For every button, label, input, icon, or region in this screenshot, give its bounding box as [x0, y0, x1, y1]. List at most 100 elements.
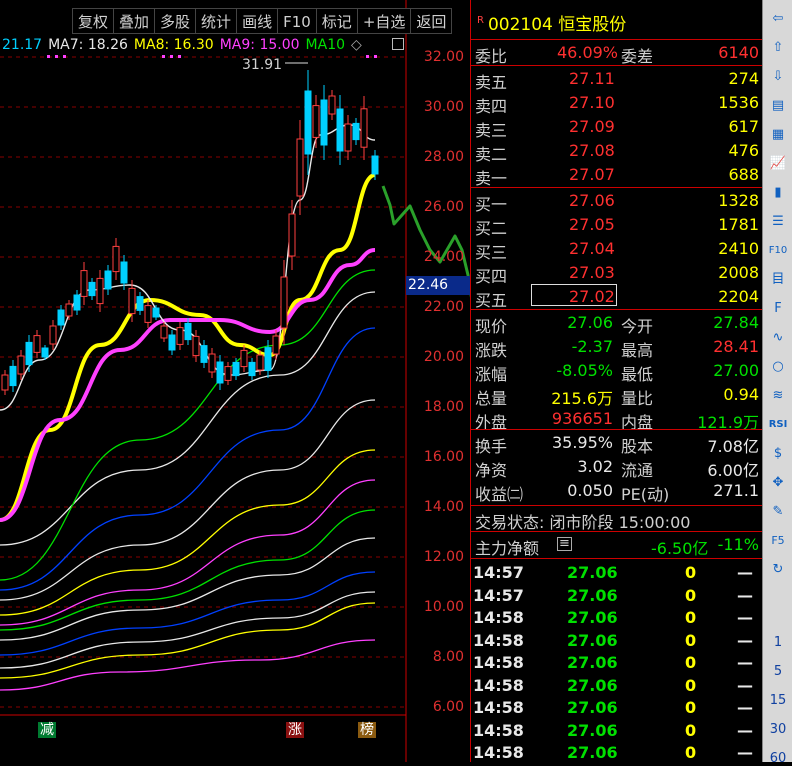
candle-icon[interactable]: ▮ [767, 182, 789, 204]
candle-body [216, 361, 224, 384]
line-chart-icon[interactable]: 📈 [767, 153, 789, 175]
quote-label: 涨跌 [475, 341, 508, 360]
tick-price: 27.06 [567, 563, 618, 582]
candle-body [288, 213, 296, 257]
period-button[interactable]: 60 [763, 751, 792, 766]
arrow-up-icon[interactable]: ⇧ [767, 37, 789, 59]
stat-value: 271.1 [713, 481, 759, 500]
wave-icon[interactable]: ≋ [767, 385, 789, 407]
selected-bid-box[interactable] [531, 284, 617, 306]
arrow-left-icon[interactable]: ⇦ [767, 8, 789, 30]
circle-icon[interactable]: ○ [767, 356, 789, 378]
refresh-icon[interactable]: ↻ [767, 559, 789, 581]
quote-value: -2.37 [571, 337, 613, 356]
toolbar-button-2[interactable]: 多股 [154, 8, 197, 34]
price-tick: 18.00 [423, 399, 464, 415]
asks-label: 卖二 [475, 145, 508, 164]
asks-row[interactable]: 卖三 27.09 617 [471, 115, 763, 140]
bids-row[interactable]: 买三 27.04 2410 [471, 237, 763, 262]
stat-value: 0.050 [567, 481, 613, 500]
divider [471, 187, 763, 188]
ma-legend-item: MA8: 16.30 [133, 37, 214, 53]
period-button[interactable]: 1 [763, 635, 792, 650]
tag-rise[interactable]: 涨 [286, 722, 304, 738]
weicha-label: 委差 [621, 47, 654, 66]
bids-row[interactable]: 买一 27.06 1328 [471, 189, 763, 214]
toolbar-button-0[interactable]: 复权 [72, 8, 115, 34]
s-icon[interactable]: $ [767, 443, 789, 465]
bids-row[interactable]: 买五 27.02 2204 [471, 285, 763, 310]
tick-direction: — [737, 743, 753, 762]
rsi-icon[interactable]: RSI [767, 414, 789, 436]
asks-row[interactable]: 卖二 27.08 476 [471, 139, 763, 164]
asks-row[interactable]: 卖一 27.07 688 [471, 163, 763, 188]
tag-reduce[interactable]: 减 [38, 722, 56, 738]
tag-rank[interactable]: 榜 [358, 722, 376, 738]
table-icon[interactable]: ▤ [767, 95, 789, 117]
asks-label: 卖五 [475, 73, 508, 92]
f10-icon[interactable]: F10 [767, 240, 789, 262]
asks-row[interactable]: 卖四 27.10 1536 [471, 91, 763, 116]
ma-line [0, 327, 376, 591]
candle-body [320, 99, 328, 146]
stat-value: 35.95% [551, 433, 613, 452]
trade-status-text: 交易状态: 闭市阶段 15:00:00 [475, 513, 691, 532]
grid-icon[interactable]: ▦ [767, 124, 789, 146]
period-button[interactable]: 30 [763, 722, 792, 737]
tick-price: 27.06 [567, 653, 618, 672]
tick-volume: 0 [685, 563, 697, 582]
arrow-down-icon[interactable]: ⇩ [767, 66, 789, 88]
list-icon[interactable]: ☰ [767, 211, 789, 233]
toolbar-button-4[interactable]: 画线 [236, 8, 279, 34]
toolbar-button-6[interactable]: 标记 [315, 8, 358, 34]
pencil-icon[interactable]: ✎ [767, 501, 789, 523]
asks-volume: 688 [728, 165, 759, 184]
ma9-line [0, 248, 376, 522]
stat-value: 3.02 [577, 457, 613, 476]
tick-price: 27.06 [567, 720, 618, 740]
period-button[interactable]: 5 [763, 664, 792, 679]
toolbar-button-7[interactable]: +自选 [356, 8, 412, 34]
candle-body [9, 365, 17, 387]
tick-row: 14:58 27.06 0 — [471, 651, 763, 673]
candle-body [49, 325, 57, 345]
asks-label: 卖一 [475, 169, 508, 188]
price-tick: 10.00 [423, 599, 464, 615]
candle-body [328, 95, 336, 115]
price-tick: 14.00 [423, 499, 464, 515]
f5-icon[interactable]: F5 [767, 530, 789, 552]
quote-row: 外盘 936651 内盘 121.9万 [471, 407, 763, 432]
toolbar-button-5[interactable]: F10 [277, 8, 317, 34]
bids-row[interactable]: 买四 27.03 2008 [471, 261, 763, 286]
tick-time: 14:58 [473, 630, 524, 650]
f2-icon[interactable]: F [767, 298, 789, 320]
toolbar-button-1[interactable]: 叠加 [113, 8, 156, 34]
bids-price: 27.06 [569, 191, 615, 210]
price-tick: 12.00 [423, 549, 464, 565]
peak-price-label: 31.91 [242, 57, 283, 73]
asks-price: 27.07 [569, 165, 615, 184]
bids-row[interactable]: 买二 27.05 1781 [471, 213, 763, 238]
kline-chart[interactable] [0, 0, 470, 762]
stat-row: 收益㈡ 0.050 PE(动) 271.1 [471, 479, 763, 504]
move-icon[interactable]: ✥ [767, 472, 789, 494]
marker-dot [178, 55, 181, 58]
quote-value: 215.6万 [551, 389, 613, 408]
candle-body [264, 347, 272, 371]
period-button[interactable]: 15 [763, 693, 792, 708]
toolbar-button-3[interactable]: 统计 [195, 8, 238, 34]
main-flow-detail-icon[interactable]: ≡ [557, 537, 572, 551]
trend-icon[interactable]: ∿ [767, 327, 789, 349]
candle-body [336, 108, 344, 152]
main-flow-pct: -11% [717, 535, 759, 554]
tick-volume: 0 [685, 698, 697, 717]
asks-price: 27.10 [569, 93, 615, 112]
stat-value: 7.08亿 [707, 437, 759, 456]
asks-price: 27.08 [569, 141, 615, 160]
candle-body [160, 325, 168, 339]
report-icon[interactable]: 目 [767, 269, 789, 291]
weicha-value: 6140 [718, 43, 759, 62]
legend-toggle-button[interactable] [392, 38, 404, 50]
asks-row[interactable]: 卖五 27.11 274 [471, 67, 763, 92]
price-tick: 22.00 [423, 299, 464, 315]
